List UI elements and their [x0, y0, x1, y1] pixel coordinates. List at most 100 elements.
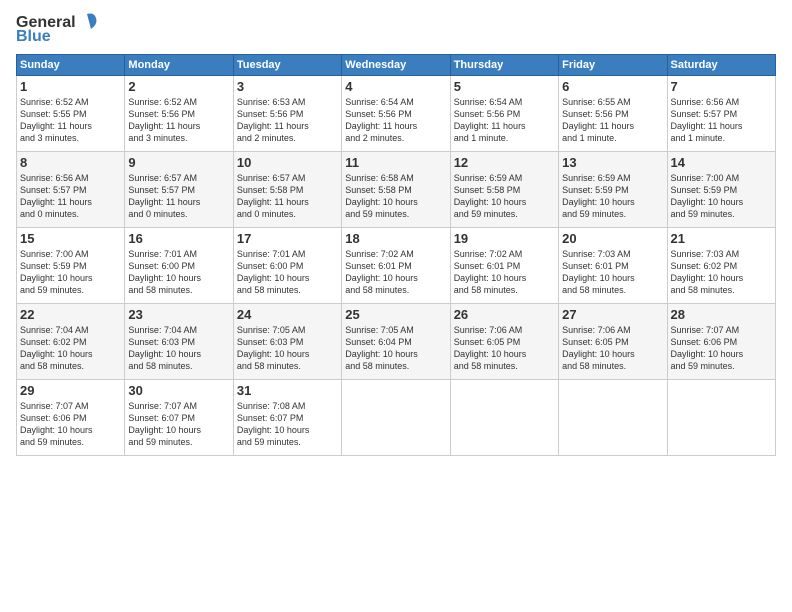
logo: General Blue [16, 12, 98, 46]
header: General Blue [16, 12, 776, 46]
day-number: 1 [20, 79, 121, 94]
day-info: Sunrise: 6:53 AMSunset: 5:56 PMDaylight:… [237, 97, 309, 143]
calendar-week-1: 1 Sunrise: 6:52 AMSunset: 5:55 PMDaylight… [17, 76, 776, 152]
calendar-cell: 12 Sunrise: 6:59 AMSunset: 5:58 PMDayligh… [450, 152, 558, 228]
weekday-header-row: Sunday Monday Tuesday Wednesday Thursday… [17, 55, 776, 76]
day-number: 31 [237, 383, 338, 398]
calendar-cell: 14Sunrise: 7:00 AMSunset: 5:59 PMDayligh… [667, 152, 775, 228]
day-info: Sunrise: 7:08 AMSunset: 6:07 PMDaylight:… [237, 401, 310, 447]
calendar-cell: 31 Sunrise: 7:08 AMSunset: 6:07 PMDayligh… [233, 380, 341, 456]
day-info: Sunrise: 6:52 AMSunset: 5:55 PMDaylight:… [20, 97, 92, 143]
day-number: 7 [671, 79, 772, 94]
day-number: 20 [562, 231, 663, 246]
page: General Blue Sunday Monday Tuesday Wedne… [0, 0, 792, 612]
day-info: Sunrise: 7:03 AMSunset: 6:02 PMDaylight:… [671, 249, 744, 295]
day-number: 12 [454, 155, 555, 170]
calendar-cell: 4 Sunrise: 6:54 AMSunset: 5:56 PMDaylight… [342, 76, 450, 152]
logo-container: General Blue [16, 12, 98, 46]
calendar-cell: 30 Sunrise: 7:07 AMSunset: 6:07 PMDayligh… [125, 380, 233, 456]
calendar-week-4: 22 Sunrise: 7:04 AMSunset: 6:02 PMDayligh… [17, 304, 776, 380]
calendar-cell: 29 Sunrise: 7:07 AMSunset: 6:06 PMDayligh… [17, 380, 125, 456]
th-monday: Monday [125, 55, 233, 76]
day-number: 24 [237, 307, 338, 322]
day-info: Sunrise: 7:00 AMSunset: 5:59 PMDaylight:… [20, 249, 93, 295]
calendar-cell [667, 380, 775, 456]
day-info: Sunrise: 7:06 AMSunset: 6:05 PMDaylight:… [454, 325, 527, 371]
calendar-cell: 16 Sunrise: 7:01 AMSunset: 6:00 PMDayligh… [125, 228, 233, 304]
day-number: 5 [454, 79, 555, 94]
day-number: 27 [562, 307, 663, 322]
th-friday: Friday [559, 55, 667, 76]
day-info: Sunrise: 6:54 AMSunset: 5:56 PMDaylight:… [345, 97, 417, 143]
day-number: 18 [345, 231, 446, 246]
calendar-cell: 9 Sunrise: 6:57 AMSunset: 5:57 PMDaylight… [125, 152, 233, 228]
calendar-cell: 13 Sunrise: 6:59 AMSunset: 5:59 PMDayligh… [559, 152, 667, 228]
day-info: Sunrise: 7:02 AMSunset: 6:01 PMDaylight:… [345, 249, 418, 295]
day-info: Sunrise: 7:07 AMSunset: 6:06 PMDaylight:… [671, 325, 744, 371]
calendar-cell: 1 Sunrise: 6:52 AMSunset: 5:55 PMDaylight… [17, 76, 125, 152]
day-info: Sunrise: 7:04 AMSunset: 6:03 PMDaylight:… [128, 325, 201, 371]
calendar-cell: 5Sunrise: 6:54 AMSunset: 5:56 PMDaylight… [450, 76, 558, 152]
day-number: 23 [128, 307, 229, 322]
calendar-cell: 23 Sunrise: 7:04 AMSunset: 6:03 PMDayligh… [125, 304, 233, 380]
day-info: Sunrise: 6:52 AMSunset: 5:56 PMDaylight:… [128, 97, 200, 143]
calendar-cell [559, 380, 667, 456]
day-number: 17 [237, 231, 338, 246]
day-info: Sunrise: 7:04 AMSunset: 6:02 PMDaylight:… [20, 325, 93, 371]
calendar-cell: 24 Sunrise: 7:05 AMSunset: 6:03 PMDayligh… [233, 304, 341, 380]
calendar-cell: 2 Sunrise: 6:52 AMSunset: 5:56 PMDaylight… [125, 76, 233, 152]
day-info: Sunrise: 7:07 AMSunset: 6:07 PMDaylight:… [128, 401, 201, 447]
day-number: 15 [20, 231, 121, 246]
th-thursday: Thursday [450, 55, 558, 76]
calendar-cell: 8Sunrise: 6:56 AMSunset: 5:57 PMDaylight… [17, 152, 125, 228]
calendar-cell: 11Sunrise: 6:58 AMSunset: 5:58 PMDayligh… [342, 152, 450, 228]
day-number: 4 [345, 79, 446, 94]
calendar-cell: 3 Sunrise: 6:53 AMSunset: 5:56 PMDaylight… [233, 76, 341, 152]
calendar-cell: 18 Sunrise: 7:02 AMSunset: 6:01 PMDayligh… [342, 228, 450, 304]
day-info: Sunrise: 6:59 AMSunset: 5:59 PMDaylight:… [562, 173, 635, 219]
day-info: Sunrise: 7:02 AMSunset: 6:01 PMDaylight:… [454, 249, 527, 295]
day-info: Sunrise: 7:05 AMSunset: 6:03 PMDaylight:… [237, 325, 310, 371]
calendar-cell: 27 Sunrise: 7:06 AMSunset: 6:05 PMDayligh… [559, 304, 667, 380]
calendar-cell: 26 Sunrise: 7:06 AMSunset: 6:05 PMDayligh… [450, 304, 558, 380]
calendar-week-5: 29 Sunrise: 7:07 AMSunset: 6:06 PMDayligh… [17, 380, 776, 456]
day-info: Sunrise: 7:07 AMSunset: 6:06 PMDaylight:… [20, 401, 93, 447]
calendar-cell: 15 Sunrise: 7:00 AMSunset: 5:59 PMDayligh… [17, 228, 125, 304]
day-info: Sunrise: 6:57 AMSunset: 5:57 PMDaylight:… [128, 173, 200, 219]
day-info: Sunrise: 6:55 AMSunset: 5:56 PMDaylight:… [562, 97, 634, 143]
day-number: 2 [128, 79, 229, 94]
day-number: 29 [20, 383, 121, 398]
calendar-cell: 10Sunrise: 6:57 AMSunset: 5:58 PMDayligh… [233, 152, 341, 228]
day-number: 10 [237, 155, 338, 170]
day-info: Sunrise: 7:05 AMSunset: 6:04 PMDaylight:… [345, 325, 418, 371]
day-number: 13 [562, 155, 663, 170]
day-number: 6 [562, 79, 663, 94]
day-info: Sunrise: 7:01 AMSunset: 6:00 PMDaylight:… [237, 249, 310, 295]
calendar-cell: 21Sunrise: 7:03 AMSunset: 6:02 PMDayligh… [667, 228, 775, 304]
day-info: Sunrise: 7:03 AMSunset: 6:01 PMDaylight:… [562, 249, 635, 295]
day-number: 19 [454, 231, 555, 246]
day-number: 26 [454, 307, 555, 322]
day-info: Sunrise: 6:59 AMSunset: 5:58 PMDaylight:… [454, 173, 527, 219]
calendar-cell: 6 Sunrise: 6:55 AMSunset: 5:56 PMDaylight… [559, 76, 667, 152]
calendar-cell: 22 Sunrise: 7:04 AMSunset: 6:02 PMDayligh… [17, 304, 125, 380]
th-tuesday: Tuesday [233, 55, 341, 76]
day-info: Sunrise: 6:58 AMSunset: 5:58 PMDaylight:… [345, 173, 418, 219]
day-number: 30 [128, 383, 229, 398]
logo-bird-icon [76, 12, 98, 34]
day-number: 3 [237, 79, 338, 94]
th-wednesday: Wednesday [342, 55, 450, 76]
calendar-table: Sunday Monday Tuesday Wednesday Thursday… [16, 54, 776, 456]
day-number: 9 [128, 155, 229, 170]
calendar-cell: 28Sunrise: 7:07 AMSunset: 6:06 PMDayligh… [667, 304, 775, 380]
day-number: 25 [345, 307, 446, 322]
day-number: 16 [128, 231, 229, 246]
day-info: Sunrise: 6:56 AMSunset: 5:57 PMDaylight:… [20, 173, 92, 219]
day-number: 22 [20, 307, 121, 322]
calendar-cell: 7 Sunrise: 6:56 AMSunset: 5:57 PMDaylight… [667, 76, 775, 152]
day-info: Sunrise: 7:01 AMSunset: 6:00 PMDaylight:… [128, 249, 201, 295]
day-info: Sunrise: 6:56 AMSunset: 5:57 PMDaylight:… [671, 97, 743, 143]
day-info: Sunrise: 7:06 AMSunset: 6:05 PMDaylight:… [562, 325, 635, 371]
calendar-cell [450, 380, 558, 456]
calendar-cell [342, 380, 450, 456]
